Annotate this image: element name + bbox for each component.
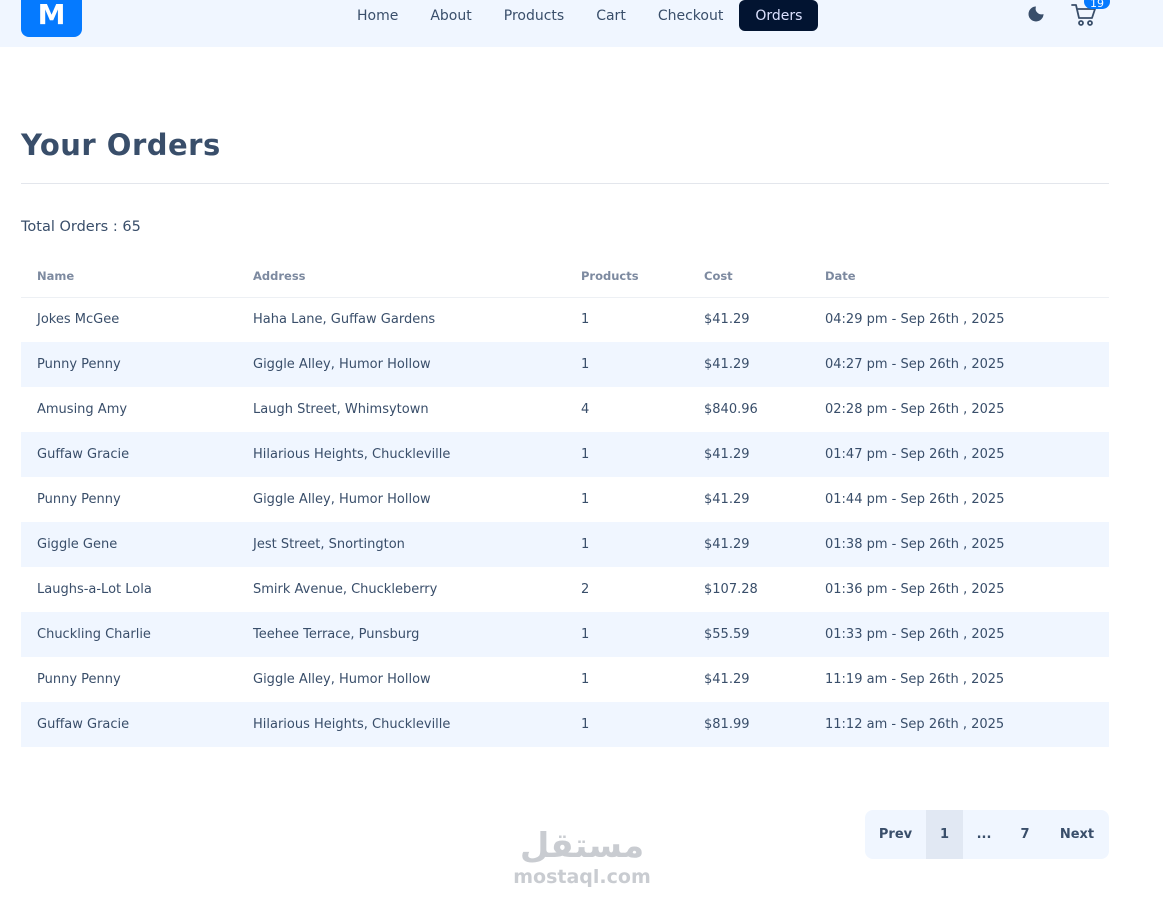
cell-date: 11:12 am - Sep 26th , 2025	[809, 702, 1109, 747]
cell-date: 01:47 pm - Sep 26th , 2025	[809, 432, 1109, 477]
cell-address: Hilarious Heights, Chuckleville	[237, 432, 565, 477]
column-header-products: Products	[565, 256, 688, 298]
nav-link-checkout[interactable]: Checkout	[642, 0, 740, 31]
table-row: Chuckling Charlie Teehee Terrace, Punsbu…	[21, 612, 1109, 657]
cell-name: Chuckling Charlie	[21, 612, 237, 657]
cell-cost: $81.99	[688, 702, 809, 747]
page-ellipsis[interactable]: ...	[963, 810, 1005, 859]
cell-address: Laugh Street, Whimsytown	[253, 402, 429, 417]
cell-products: 1	[581, 312, 590, 328]
cell-name: Guffaw Gracie	[21, 432, 237, 477]
table-row: Punny Penny Giggle Alley, Humor Hollow 1…	[21, 342, 1109, 387]
nav-link-home[interactable]: Home	[341, 0, 414, 31]
cell-products: 4	[581, 402, 590, 417]
cell-date: 02:28 pm - Sep 26th , 2025	[825, 402, 1005, 417]
cell-products: 1	[565, 342, 688, 387]
column-header-cost: Cost	[688, 256, 809, 298]
table-row: Guffaw Gracie Hilarious Heights, Chuckle…	[21, 432, 1109, 477]
table-header-row: Name Address Products Cost Date	[21, 256, 1109, 298]
logo-letter: M	[37, 0, 66, 31]
orders-table: Name Address Products Cost Date Jokes Mc…	[21, 256, 1109, 747]
cell-name: Laughs-a-Lot Lola	[37, 582, 152, 597]
cell-name: Jokes McGee	[37, 312, 120, 328]
watermark-latin: mostaql.com	[513, 866, 651, 888]
cell-cost: $41.29	[688, 432, 809, 477]
column-header-name: Name	[21, 256, 237, 298]
cell-date: 01:33 pm - Sep 26th , 2025	[809, 612, 1109, 657]
nav-link-cart[interactable]: Cart	[580, 0, 642, 31]
cell-address: Teehee Terrace, Punsburg	[237, 612, 565, 657]
table-row: Jokes McGee Haha Lane, Guffaw Gardens 1 …	[21, 297, 1109, 342]
prev-page-button[interactable]: Prev	[865, 810, 926, 859]
cell-name: Guffaw Gracie	[21, 702, 237, 747]
cell-cost: $107.28	[704, 582, 758, 597]
cell-address: Smirk Avenue, Chuckleberry	[253, 582, 438, 597]
table-row: Guffaw Gracie Hilarious Heights, Chuckle…	[21, 702, 1109, 747]
logo[interactable]: M	[21, 0, 82, 37]
nav-link-products[interactable]: Products	[488, 0, 580, 31]
cell-address: Hilarious Heights, Chuckleville	[237, 702, 565, 747]
cell-date: 04:27 pm - Sep 26th , 2025	[809, 342, 1109, 387]
cart-count-badge: 19	[1084, 0, 1110, 9]
cell-cost: $41.29	[688, 522, 809, 567]
cell-products: 2	[581, 582, 590, 597]
cell-name: Amusing Amy	[37, 402, 128, 417]
watermark-arabic: مستقل	[519, 826, 645, 866]
column-header-date: Date	[809, 256, 1109, 298]
cell-products: 1	[565, 432, 688, 477]
cell-date: 01:44 pm - Sep 26th , 2025	[825, 492, 1005, 507]
cell-name: Punny Penny	[21, 342, 237, 387]
cell-cost: $55.59	[688, 612, 809, 657]
cell-address: Giggle Alley, Humor Hollow	[237, 342, 565, 387]
nav-link-orders[interactable]: Orders	[739, 0, 819, 31]
cell-products: 1	[565, 522, 688, 567]
cell-name: Punny Penny	[37, 672, 121, 687]
cell-date: 11:19 am - Sep 26th , 2025	[825, 672, 1005, 687]
cell-address: Giggle Alley, Humor Hollow	[253, 672, 431, 687]
cell-products: 1	[565, 612, 688, 657]
cell-cost: $840.96	[704, 402, 758, 417]
page-title: Your Orders	[21, 128, 221, 162]
cell-cost: $41.29	[704, 672, 750, 687]
nav-link-about[interactable]: About	[414, 0, 487, 31]
cell-date: 01:38 pm - Sep 26th , 2025	[809, 522, 1109, 567]
nav-links: Home About Products Cart Checkout Orders	[341, 0, 819, 31]
column-header-address: Address	[237, 256, 565, 298]
cell-cost: $41.29	[688, 342, 809, 387]
title-divider	[21, 183, 1109, 184]
table-row: Giggle Gene Jest Street, Snortington 1 $…	[21, 522, 1109, 567]
page-button-7[interactable]: 7	[1005, 810, 1045, 859]
pagination: Prev 1 ... 7 Next	[865, 810, 1109, 859]
table-row: Punny Penny Giggle Alley, Humor Hollow 1…	[21, 477, 1109, 522]
table-row: Punny Penny Giggle Alley, Humor Hollow 1…	[21, 657, 1109, 702]
cell-date: 04:29 pm - Sep 26th , 2025	[825, 312, 1005, 328]
cell-address: Haha Lane, Guffaw Gardens	[253, 312, 436, 328]
moon-icon[interactable]	[1026, 4, 1046, 24]
table-row: Amusing Amy Laugh Street, Whimsytown 4 $…	[21, 387, 1109, 432]
navbar: M Home About Products Cart Checkout Orde…	[0, 0, 1163, 47]
cell-products: 1	[565, 702, 688, 747]
cell-cost: $41.29	[704, 492, 750, 507]
total-orders: Total Orders : 65	[21, 219, 141, 235]
page-button-1[interactable]: 1	[926, 810, 963, 859]
next-page-button[interactable]: Next	[1045, 810, 1109, 859]
cell-name: Giggle Gene	[21, 522, 237, 567]
cell-products: 1	[581, 492, 590, 507]
cell-name: Punny Penny	[37, 492, 121, 507]
cell-products: 1	[581, 672, 590, 687]
cell-address: Jest Street, Snortington	[237, 522, 565, 567]
table-row: Laughs-a-Lot Lola Smirk Avenue, Chuckleb…	[21, 567, 1109, 612]
cell-date: 01:36 pm - Sep 26th , 2025	[825, 582, 1005, 597]
watermark: مستقل mostaql.com	[505, 826, 659, 888]
cell-cost: $41.29	[704, 312, 750, 328]
cell-address: Giggle Alley, Humor Hollow	[253, 492, 431, 507]
